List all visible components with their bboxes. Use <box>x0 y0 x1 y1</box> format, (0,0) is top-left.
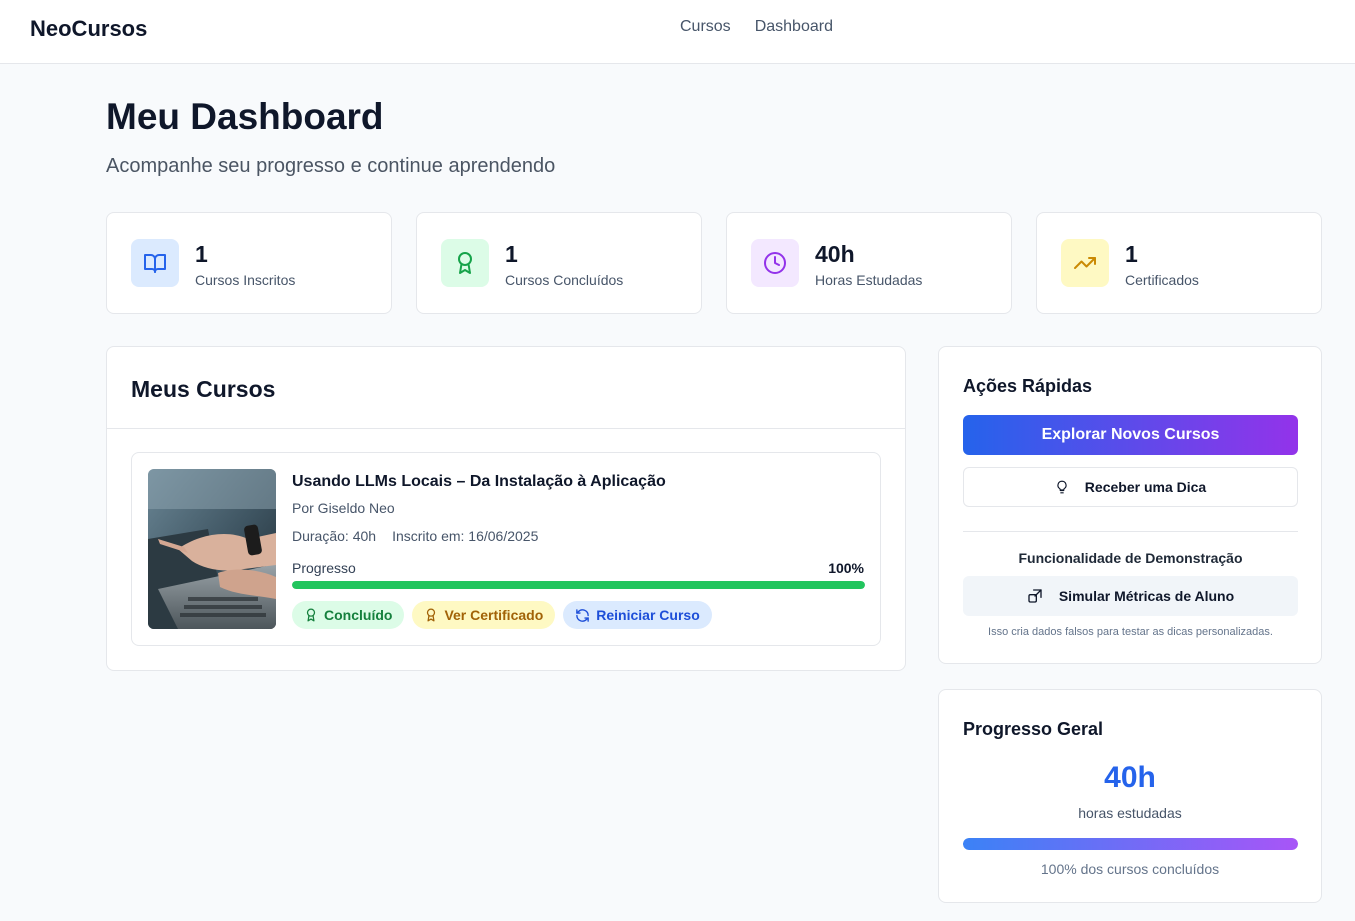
course-title[interactable]: Usando LLMs Locais – Da Instalação à Apl… <box>292 473 666 491</box>
divider <box>107 428 905 429</box>
completed-badge-label: Concluído <box>324 607 393 623</box>
lightbulb-icon <box>1057 480 1067 494</box>
overall-progress-title: Progresso Geral <box>963 719 1104 739</box>
hours-studied-value: 40h <box>1104 761 1156 794</box>
course-meta: Duração: 40h Inscrito em: 16/06/2025 <box>292 528 538 544</box>
clock-icon <box>751 239 799 287</box>
restart-course-button[interactable]: Reiniciar Curso <box>563 601 712 629</box>
overall-progress-bar <box>963 838 1298 850</box>
main-nav: Cursos Dashboard <box>680 18 833 36</box>
nav-link-dashboard[interactable]: Dashboard <box>755 18 833 36</box>
overall-progress-fill <box>963 838 1298 850</box>
stat-label: Cursos Inscritos <box>195 272 296 288</box>
stat-card-completed: 1 Cursos Concluídos <box>416 212 702 314</box>
explore-courses-button[interactable]: Explorar Novos Cursos <box>963 415 1298 455</box>
course-duration: Duração: 40h <box>292 528 377 544</box>
stat-value: 40h <box>815 241 855 267</box>
quick-actions-title: Ações Rápidas <box>963 376 1093 396</box>
demo-note: Isso cria dados falsos para testar as di… <box>988 626 1273 638</box>
course-author: Por Giseldo Neo <box>292 500 395 516</box>
trending-up-icon <box>1061 239 1109 287</box>
top-navbar: NeoCursos Cursos Dashboard <box>0 0 1355 64</box>
restart-course-label: Reiniciar Curso <box>596 607 700 623</box>
my-courses-panel: Meus Cursos Usando LLMs Locais – Da Inst… <box>106 346 906 671</box>
stat-value: 1 <box>1125 241 1138 267</box>
hours-studied-label: horas estudadas <box>1078 805 1182 821</box>
divider <box>963 531 1298 532</box>
progress-label: Progresso <box>292 560 356 576</box>
course-thumbnail[interactable] <box>148 469 276 629</box>
demo-section-title: Funcionalidade de Demonstração <box>1018 550 1243 566</box>
refresh-icon <box>576 608 590 622</box>
get-tip-button[interactable]: Receber uma Dica <box>963 467 1298 507</box>
stat-value: 1 <box>505 241 518 267</box>
stat-value: 1 <box>195 241 208 267</box>
completion-note: 100% dos cursos concluídos <box>1040 861 1220 877</box>
overall-progress-panel: Progresso Geral 40h horas estudadas 100%… <box>938 689 1322 903</box>
award-icon <box>441 239 489 287</box>
stat-card-certificates: 1 Certificados <box>1036 212 1322 314</box>
award-icon <box>427 608 436 622</box>
my-courses-title: Meus Cursos <box>131 376 276 402</box>
stat-label: Certificados <box>1125 272 1199 288</box>
nav-link-cursos[interactable]: Cursos <box>680 18 731 36</box>
stat-card-hours: 40h Horas Estudadas <box>726 212 1012 314</box>
course-card[interactable]: Usando LLMs Locais – Da Instalação à Apl… <box>131 452 881 646</box>
get-tip-label: Receber uma Dica <box>1084 479 1207 495</box>
quick-actions-panel: Ações Rápidas Explorar Novos Cursos Rece… <box>938 346 1322 664</box>
stat-card-enrolled: 1 Cursos Inscritos <box>106 212 392 314</box>
view-certificate-button[interactable]: Ver Certificado <box>412 601 556 629</box>
page-subtitle: Acompanhe seu progresso e continue apren… <box>106 155 556 177</box>
course-progress-fill <box>292 581 865 589</box>
simulate-metrics-label: Simular Métricas de Aluno <box>1058 588 1235 604</box>
brand-logo[interactable]: NeoCursos <box>30 16 147 42</box>
page-title: Meu Dashboard <box>106 96 384 137</box>
stat-label: Horas Estudadas <box>815 272 923 288</box>
course-progress-bar <box>292 581 865 589</box>
progress-value: 100% <box>828 560 864 576</box>
stat-label: Cursos Concluídos <box>505 272 624 288</box>
award-icon <box>306 608 316 622</box>
course-actions: Concluído Ver Certificado Reiniciar Curs… <box>292 601 712 629</box>
share-icon <box>1028 589 1042 603</box>
view-certificate-label: Ver Certificado <box>444 607 544 623</box>
completed-badge: Concluído <box>292 601 405 629</box>
book-open-icon <box>131 239 179 287</box>
course-enrolled-date: Inscrito em: 16/06/2025 <box>392 528 539 544</box>
simulate-metrics-button[interactable]: Simular Métricas de Aluno <box>963 576 1298 616</box>
